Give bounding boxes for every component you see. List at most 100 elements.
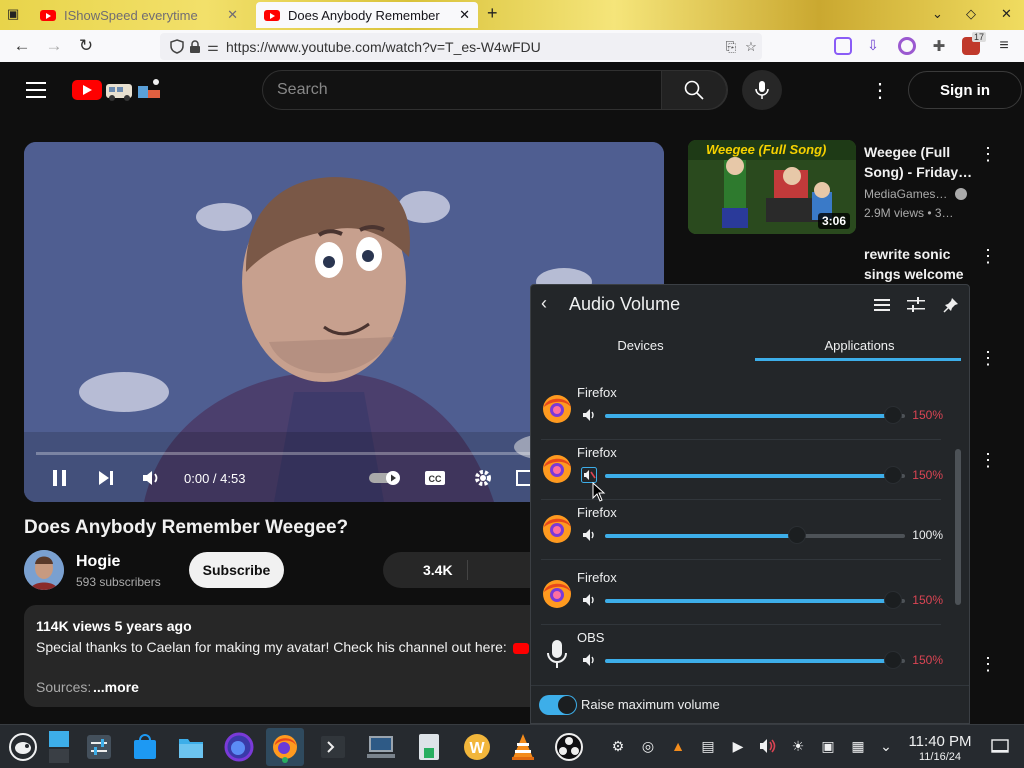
tab-overview-icon[interactable]: ▣: [7, 6, 19, 22]
clock-time[interactable]: 11:40 PM: [900, 733, 980, 750]
permissions-icon[interactable]: ⚌: [204, 38, 222, 56]
captions-button[interactable]: CC: [422, 464, 448, 492]
next-button[interactable]: [92, 464, 120, 492]
pocket-icon[interactable]: [834, 37, 852, 55]
description-box[interactable]: 114K views 5 years ago Special thanks to…: [24, 605, 544, 707]
youtube-link-icon[interactable]: [512, 642, 529, 654]
close-window-icon[interactable]: ✕: [1001, 6, 1012, 22]
lock-icon[interactable]: [186, 38, 204, 56]
search-button[interactable]: [661, 70, 727, 110]
speaker-icon[interactable]: [581, 592, 597, 608]
reload-icon[interactable]: ↻: [74, 34, 98, 58]
obs-studio-icon[interactable]: [550, 728, 588, 766]
close-tab-icon[interactable]: ✕: [459, 7, 470, 23]
clipboard-icon[interactable]: ▤: [698, 736, 718, 756]
more-options-icon[interactable]: ⋮: [978, 450, 998, 470]
back-chevron-icon[interactable]: ‹: [541, 293, 547, 314]
more-options-icon[interactable]: ⋮: [978, 144, 998, 164]
menu-icon[interactable]: ≡: [995, 37, 1013, 55]
obs-tray-icon[interactable]: ◎: [638, 736, 658, 756]
related-video-thumbnail[interactable]: Weegee (Full Song) 3:06: [688, 140, 856, 234]
archive-manager-icon[interactable]: [410, 728, 448, 766]
raise-maximum-volume-toggle[interactable]: [539, 695, 577, 715]
system-settings-icon[interactable]: [80, 728, 118, 766]
brightness-icon[interactable]: ☀: [788, 736, 808, 756]
volume-slider-track[interactable]: [605, 414, 905, 418]
list-scrollbar[interactable]: [955, 449, 961, 605]
konsole-terminal-icon[interactable]: [314, 728, 352, 766]
volume-tray-icon[interactable]: [758, 736, 778, 756]
media-player-icon[interactable]: ▶: [728, 736, 748, 756]
network-icon[interactable]: ▦: [848, 736, 868, 756]
search-input[interactable]: [277, 71, 657, 109]
mute-button[interactable]: [138, 464, 166, 492]
volume-slider-track[interactable]: [605, 474, 905, 478]
more-options-icon[interactable]: ⋮: [868, 78, 892, 102]
close-tab-icon[interactable]: ✕: [227, 7, 238, 23]
firefox-taskbar-icon[interactable]: [220, 728, 258, 766]
clock-date[interactable]: 11/16/24: [900, 751, 980, 763]
more-options-icon[interactable]: ⋮: [978, 348, 998, 368]
extension-account-icon[interactable]: [898, 37, 916, 55]
pin-icon[interactable]: [940, 294, 962, 316]
volume-slider-handle[interactable]: [788, 526, 806, 544]
new-tab-icon[interactable]: +: [487, 3, 498, 24]
list-tabs-chevron-icon[interactable]: ⌄: [932, 6, 943, 22]
autoplay-toggle[interactable]: [368, 464, 404, 492]
tab-applications[interactable]: Applications: [750, 329, 969, 361]
browser-tab-weegee[interactable]: Does Anybody Remember ✕: [256, 2, 478, 28]
show-more-link[interactable]: ...more: [93, 679, 139, 695]
application-launcher-button[interactable]: [4, 728, 42, 766]
browser-tab-ishowspeed[interactable]: IShowSpeed everytime ✕: [32, 2, 246, 28]
kdeconnect-icon[interactable]: ⚙: [608, 736, 628, 756]
volume-slider-track[interactable]: [605, 534, 905, 538]
wps-office-icon[interactable]: W: [458, 728, 496, 766]
channel-name[interactable]: Hogie: [76, 553, 120, 571]
speaker-muted-icon[interactable]: [581, 467, 597, 483]
disk-icon[interactable]: ▣: [818, 736, 838, 756]
volume-slider-track[interactable]: [605, 659, 905, 663]
bookmark-star-icon[interactable]: ☆: [742, 38, 760, 56]
tray-expand-chevron-icon[interactable]: ⌄: [876, 736, 896, 756]
volume-slider-handle[interactable]: [884, 591, 902, 609]
shield-icon[interactable]: [168, 38, 186, 56]
youtube-doodle-icon[interactable]: [104, 76, 164, 102]
back-icon[interactable]: ←: [10, 34, 34, 58]
dolphin-file-manager-icon[interactable]: [172, 728, 210, 766]
volume-slider-handle[interactable]: [884, 466, 902, 484]
volume-slider-track[interactable]: [605, 599, 905, 603]
extensions-puzzle-icon[interactable]: ✚: [930, 37, 948, 55]
like-button[interactable]: 3.4K: [383, 552, 533, 588]
subscribe-button[interactable]: Subscribe: [189, 552, 284, 588]
pause-button[interactable]: [46, 464, 74, 492]
menu-lines-icon[interactable]: [871, 294, 893, 316]
volume-slider-handle[interactable]: [884, 406, 902, 424]
minimize-window-icon[interactable]: ◇: [966, 6, 976, 22]
pager-desktop-icon[interactable]: [46, 728, 72, 766]
url-bar[interactable]: ⚌ https://www.youtube.com/watch?v=T_es-W…: [160, 33, 762, 60]
youtube-logo-icon[interactable]: [72, 80, 102, 100]
reader-view-icon[interactable]: ⎘: [722, 38, 740, 56]
configure-sliders-icon[interactable]: [905, 294, 927, 316]
speaker-icon[interactable]: [581, 652, 597, 668]
vlc-tray-icon[interactable]: ▲: [668, 736, 688, 756]
settings-button[interactable]: [470, 464, 496, 492]
voice-search-button[interactable]: [742, 70, 782, 110]
discover-store-icon[interactable]: [126, 728, 164, 766]
channel-avatar[interactable]: [24, 550, 64, 590]
related-video-title[interactable]: Weegee (Full Song) - Friday…: [864, 142, 980, 182]
tab-devices[interactable]: Devices: [531, 329, 750, 361]
more-options-icon[interactable]: ⋮: [978, 246, 998, 266]
vlc-player-icon[interactable]: [504, 728, 542, 766]
speaker-icon[interactable]: [581, 407, 597, 423]
hamburger-menu-icon[interactable]: [26, 82, 46, 98]
firefox-active-taskbar-icon[interactable]: [266, 728, 304, 766]
forward-icon[interactable]: →: [42, 34, 66, 58]
miniplayer-button[interactable]: [516, 464, 530, 492]
downloads-icon[interactable]: ⇩: [864, 37, 882, 55]
system-monitor-icon[interactable]: [362, 728, 400, 766]
more-options-icon[interactable]: ⋮: [978, 654, 998, 674]
volume-slider-handle[interactable]: [884, 651, 902, 669]
sign-in-button[interactable]: Sign in: [908, 71, 1022, 109]
speaker-icon[interactable]: [581, 527, 597, 543]
